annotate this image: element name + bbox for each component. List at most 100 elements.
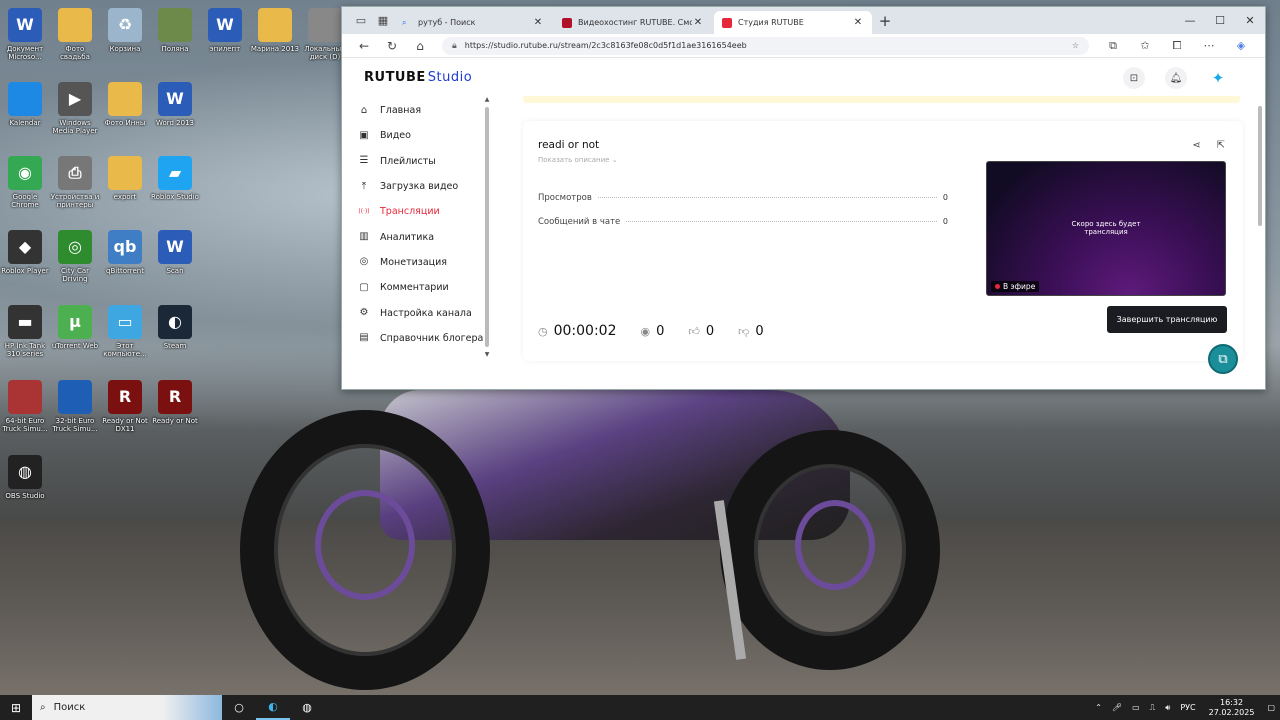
upload-icon[interactable]: ⊡ (1123, 67, 1145, 89)
desktop-icon[interactable]: W Scan (150, 230, 200, 275)
lock-icon: 🔒︎ (452, 40, 457, 51)
obs-taskbar-icon[interactable]: ◍ (290, 695, 324, 720)
app-icon: ◉ (8, 156, 42, 190)
windows-start-icon[interactable]: ⊞ (0, 695, 32, 720)
desktop-icon[interactable]: Поляна (150, 8, 200, 53)
menu-dots-icon[interactable]: ⋯ (1193, 39, 1225, 53)
desktop-icon[interactable]: Wэпилепт (200, 8, 250, 53)
like-icon: 👍︎ (688, 324, 700, 338)
live-badge: В эфире (991, 281, 1040, 292)
desktop-icon[interactable]: ▶ Windows Media Player (50, 82, 100, 135)
desktop-icon[interactable]: ▭ Этот компьюте... (100, 305, 150, 358)
close-tab-icon[interactable]: ✕ (532, 17, 544, 28)
support-chat-icon[interactable]: ⧉ (1208, 344, 1238, 374)
app-icon: W (158, 230, 192, 264)
desktop-icon[interactable]: ▰ Roblox Studio (150, 156, 200, 201)
nav-icon: ▢ (359, 281, 369, 293)
app-icon (308, 8, 342, 42)
close-tab-icon[interactable]: ✕ (852, 17, 864, 28)
battery-icon[interactable]: ▭ (1127, 703, 1145, 712)
desktop-icon[interactable]: ◍ OBS Studio (0, 455, 50, 500)
desktop-icon[interactable]: export (100, 156, 150, 201)
open-external-icon[interactable]: ⇱ (1217, 140, 1225, 151)
back-icon[interactable]: ← (350, 39, 378, 53)
favorites-icon[interactable]: ✩ (1129, 39, 1161, 53)
taskbar-search[interactable]: ⌕ Поиск (32, 695, 222, 720)
avatar[interactable]: ✦ (1207, 67, 1229, 89)
close-tab-icon[interactable]: ✕ (692, 17, 704, 28)
desktop-icon[interactable]: Марина 2013 (250, 8, 300, 53)
sidebar-item-5[interactable]: ▥ Аналитика (358, 224, 490, 249)
desktop-icon[interactable]: ♻ Корзина (100, 8, 150, 53)
sidebar-item-6[interactable]: ◎ Монетизация (358, 250, 490, 275)
network-icon[interactable]: ⎍ (1145, 703, 1161, 713)
nav-icon: ▤ (359, 332, 369, 344)
desktop-icon[interactable]: ◐ Steam (150, 305, 200, 350)
minimize-icon[interactable]: — (1175, 7, 1205, 34)
close-window-icon[interactable]: ✕ (1235, 7, 1265, 34)
sidebar-item-0[interactable]: ⌂ Главная (358, 98, 490, 123)
mic-icon[interactable]: 🎤︎ (1107, 703, 1127, 712)
desktop-icon[interactable]: 32-bit Euro Truck Simu... (50, 380, 100, 433)
desktop-icon[interactable]: W Word 2013 (150, 82, 200, 127)
desktop-icon[interactable]: ◆ Roblox Player (0, 230, 50, 275)
tray-chevron-icon[interactable]: ⌃ (1090, 703, 1107, 712)
sidebar-item-3[interactable]: ⤒ Загрузка видео (358, 174, 490, 199)
desktop-icon[interactable]: ◉ Google Chrome (0, 156, 50, 209)
dislike-icon: 👎︎ (738, 324, 750, 338)
nav-icon: ◎ (359, 256, 369, 268)
edge-taskbar-icon[interactable]: ◐ (256, 695, 290, 720)
favorite-star-icon[interactable]: ☆ (1072, 41, 1079, 50)
tab-actions-icon[interactable]: ▦ (372, 11, 394, 31)
app-icon (8, 82, 42, 116)
maximize-icon[interactable]: ☐ (1205, 7, 1235, 34)
url-field[interactable]: 🔒︎ https://studio.rutube.ru/stream/2c3c8… (442, 36, 1089, 55)
sidebar-item-9[interactable]: ▤ Справочник блогера (358, 326, 490, 351)
task-view-icon[interactable]: ○ (222, 695, 256, 720)
desktop-icon[interactable]: qb qBittorrent (100, 230, 150, 275)
volume-icon[interactable]: 🔊︎ (1160, 703, 1175, 713)
sidebar-item-2[interactable]: ☰ Плейлисты (358, 149, 490, 174)
app-icon: W (208, 8, 242, 42)
tab-search[interactable]: ⌕ рутуб - Поиск ✕ (394, 11, 552, 34)
new-tab-button[interactable]: + (874, 12, 896, 30)
tab-rutube[interactable]: Видеохостинг RUTUBE. Смотрит ✕ (554, 11, 712, 34)
sidebar-item-4[interactable]: ((·)) Трансляции (358, 199, 490, 224)
app-icon: ⎙ (58, 156, 92, 190)
desktop-icon[interactable]: µ uTorrent Web (50, 305, 100, 350)
desktop-icon[interactable]: ▬ HP Ink Tank 310 series (0, 305, 50, 358)
desktop-icon[interactable]: Kalendar (0, 82, 50, 127)
desktop-icon[interactable]: R Ready or Not DX11 (100, 380, 150, 433)
reload-icon[interactable]: ↻ (378, 39, 406, 53)
copilot-icon[interactable]: ◈ (1225, 39, 1257, 53)
sidebar-item-8[interactable]: ⚙ Настройка канала (358, 300, 490, 325)
rutube-studio-logo[interactable]: RUTUBE Studio (364, 70, 472, 85)
desktop-icon[interactable]: 64-bit Euro Truck Simu... (0, 380, 50, 433)
extensions-icon[interactable]: ⧉ (1097, 39, 1129, 53)
clock[interactable]: 16:32 27.02.2025 (1201, 698, 1263, 718)
desktop-icon[interactable]: W Документ Microso... (0, 8, 50, 61)
share-icon[interactable]: ⋖ (1192, 140, 1200, 151)
show-description-link[interactable]: Показать описание ⌄ (538, 156, 618, 164)
desktop-icon[interactable]: Фото свадьба (50, 8, 100, 61)
tab-rutube-studio[interactable]: Студия RUTUBE ✕ (714, 11, 872, 34)
collections-icon[interactable]: ⧠ (1161, 39, 1193, 53)
notifications-icon[interactable]: ▢ (1262, 703, 1280, 712)
app-icon: R (108, 380, 142, 414)
desktop-icon[interactable]: Фото Инны (100, 82, 150, 127)
stat-chat-messages: Сообщений в чате 0 (538, 217, 948, 227)
stream-preview[interactable]: Скоро здесь будет трансляция В эфире (986, 161, 1226, 296)
main-scrollbar[interactable] (1257, 100, 1263, 370)
desktop-icon[interactable]: R Ready or Not (150, 380, 200, 425)
stream-timer: 00:00:02 (553, 323, 617, 339)
sidebar-item-7[interactable]: ▢ Комментарии (358, 275, 490, 300)
studio-sidebar: ⌂ Главная ▣ Видео ☰ Плейлисты ⤒ Загрузка видео(… (342, 96, 490, 378)
desktop-icon[interactable]: ⎙ Устройства и принтеры (50, 156, 100, 209)
home-icon[interactable]: ⌂ (406, 39, 434, 53)
sidebar-item-1[interactable]: ▣ Видео (358, 123, 490, 148)
language-indicator[interactable]: РУС (1175, 703, 1200, 712)
workspaces-icon[interactable]: ▭ (350, 11, 372, 31)
desktop-icon[interactable]: ◎ City Car Driving (50, 230, 100, 283)
app-icon: ◍ (8, 455, 42, 489)
notifications-bell-icon[interactable]: 🔔︎ (1165, 67, 1187, 89)
